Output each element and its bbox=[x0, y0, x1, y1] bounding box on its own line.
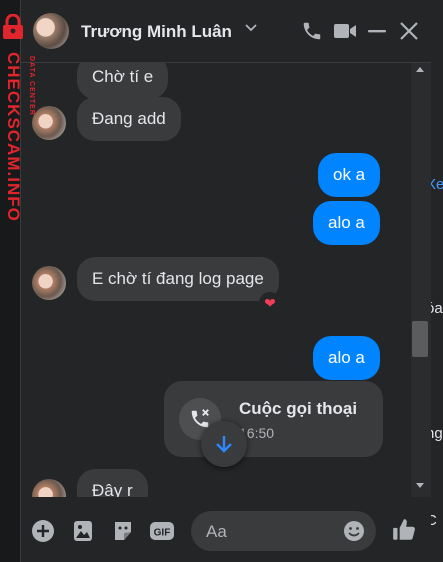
phone-icon[interactable] bbox=[301, 20, 323, 42]
watermark-tagline: DATA CENTER bbox=[28, 56, 35, 116]
avatar[interactable] bbox=[33, 13, 69, 49]
avatar[interactable] bbox=[32, 106, 66, 140]
watermark-brand: CHECKSCAM.INFO bbox=[4, 52, 23, 222]
message-bubble[interactable]: Đang add bbox=[77, 97, 181, 141]
scroll-up-icon[interactable] bbox=[416, 67, 424, 72]
chat-header: Trương Minh Luân bbox=[21, 0, 431, 63]
plus-icon[interactable] bbox=[31, 519, 55, 543]
gif-icon[interactable]: GIF bbox=[149, 519, 175, 543]
emoji-icon[interactable] bbox=[343, 520, 365, 542]
scroll-to-bottom-button[interactable] bbox=[201, 421, 247, 467]
contact-name[interactable]: Trương Minh Luân bbox=[81, 22, 232, 42]
heart-reaction-icon[interactable]: ❤ bbox=[259, 292, 281, 314]
svg-text:GIF: GIF bbox=[154, 528, 171, 539]
sticker-icon[interactable] bbox=[111, 519, 135, 543]
background-panel bbox=[430, 0, 443, 562]
watermark: CHECKSCAM.INFO DATA CENTER bbox=[0, 0, 35, 230]
message-bubble[interactable]: Chờ tí e bbox=[77, 63, 169, 99]
avatar[interactable] bbox=[32, 479, 66, 497]
minimize-icon[interactable] bbox=[367, 20, 387, 42]
composer: GIF Aa bbox=[21, 497, 431, 562]
message-bubble[interactable]: E chờ tí đang log page bbox=[77, 257, 279, 301]
message-bubble[interactable]: Đây r bbox=[77, 469, 148, 497]
input-placeholder: Aa bbox=[206, 522, 227, 541]
call-card[interactable]: Cuộc gọi thoại 16:50 bbox=[164, 381, 383, 457]
message-input[interactable]: Aa bbox=[191, 511, 376, 551]
chat-window: Trương Minh Luân Chờ tí e Đang add ok a … bbox=[20, 0, 431, 562]
message-bubble[interactable]: alo a bbox=[313, 336, 380, 380]
arrow-down-icon bbox=[216, 436, 232, 453]
call-title: Cuộc gọi thoại bbox=[239, 399, 358, 418]
message-thread: Chờ tí e Đang add ok a alo a E chờ tí đa… bbox=[21, 63, 413, 497]
scrollbar[interactable] bbox=[411, 63, 431, 497]
message-bubble[interactable]: ok a bbox=[318, 153, 381, 197]
message-bubble[interactable]: alo a bbox=[313, 201, 380, 245]
avatar[interactable] bbox=[32, 266, 66, 300]
close-icon[interactable] bbox=[399, 20, 419, 42]
photo-icon[interactable] bbox=[71, 519, 95, 543]
chevron-down-icon[interactable] bbox=[244, 20, 258, 34]
video-icon[interactable] bbox=[333, 20, 357, 42]
lock-icon bbox=[3, 14, 23, 39]
scroll-thumb[interactable] bbox=[412, 321, 428, 357]
like-icon[interactable] bbox=[391, 517, 417, 543]
scroll-down-icon[interactable] bbox=[416, 483, 424, 488]
